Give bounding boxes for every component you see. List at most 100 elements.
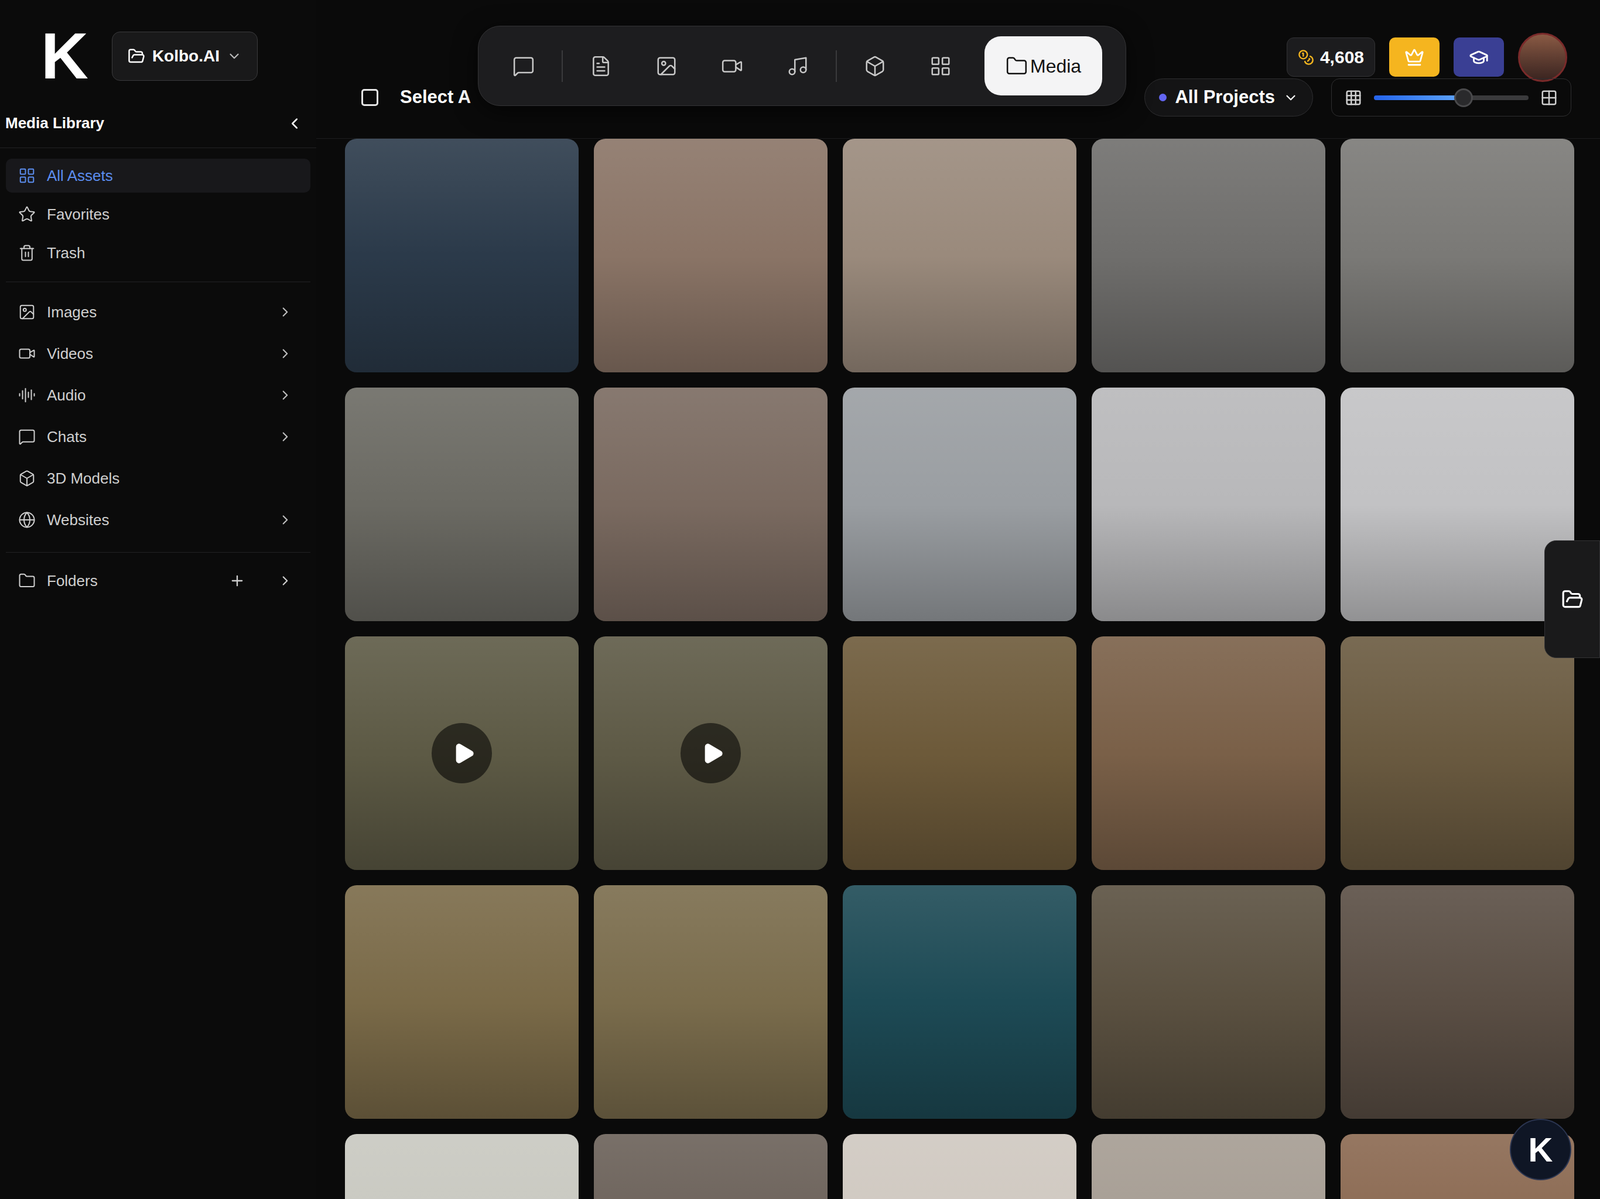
play-icon (701, 742, 725, 766)
sidebar-item[interactable]: Images (5, 295, 311, 330)
asset-card[interactable] (593, 1134, 828, 1199)
crown-icon (1404, 47, 1425, 68)
play-button[interactable] (593, 636, 828, 871)
play-button[interactable] (344, 636, 579, 871)
coins-icon (1297, 49, 1315, 66)
chevron-right-icon (277, 573, 293, 589)
asset-card[interactable] (1091, 138, 1326, 373)
header: 4,608 Select A All Projects Media (316, 0, 1600, 139)
asset-card[interactable] (1340, 636, 1575, 871)
small-grid-icon[interactable] (1344, 89, 1363, 107)
folder-icon (127, 47, 146, 66)
chevron-right-icon (277, 429, 293, 445)
chevron-right-icon (277, 512, 293, 528)
asset-card[interactable] (842, 885, 1077, 1120)
tool-tab-icon (655, 55, 678, 78)
folder-panel-tab[interactable] (1544, 540, 1600, 659)
sidebar: K Kolbo.AI Media Library All Assets Favorite… (0, 0, 317, 1199)
slider-fill (1373, 95, 1464, 101)
tool-tab-icon (863, 55, 887, 78)
chevron-right-icon (277, 387, 293, 403)
sidebar-item[interactable]: All Assets (5, 158, 311, 193)
sidebar-item-icon (18, 166, 36, 185)
credits-badge[interactable]: 4,608 (1286, 37, 1376, 77)
academy-button[interactable] (1453, 37, 1504, 77)
sidebar-item-icon (18, 511, 36, 529)
sidebar-item-icon (18, 205, 36, 224)
sidebar-item-icon (18, 344, 36, 363)
sidebar-item[interactable]: Favorites (5, 197, 311, 232)
avatar[interactable] (1518, 32, 1568, 82)
chevron-right-icon (277, 304, 293, 320)
folder-icon (18, 572, 36, 590)
sidebar-item[interactable]: Websites (5, 503, 311, 538)
tool-tab-icon (512, 55, 535, 78)
asset-card[interactable] (344, 1134, 579, 1199)
tool-tab[interactable] (579, 44, 623, 88)
asset-card[interactable] (842, 138, 1077, 373)
chevron-down-icon (1283, 90, 1299, 106)
tool-tab[interactable] (644, 44, 689, 88)
asset-card[interactable] (593, 387, 828, 622)
sidebar-item-icon (18, 469, 36, 488)
tool-tab-icon (720, 55, 744, 78)
asset-card[interactable] (344, 138, 579, 373)
main: 4,608 Select A All Projects Media (316, 0, 1600, 1199)
sidebar-item[interactable]: Trash (5, 236, 311, 270)
logo[interactable]: K (40, 23, 89, 90)
tool-tab-icon (589, 55, 613, 78)
tool-tab[interactable] (853, 44, 897, 88)
asset-card[interactable] (842, 1134, 1077, 1199)
tool-tab-icon (786, 55, 809, 78)
tool-tab[interactable] (710, 44, 754, 88)
size-slider[interactable] (1373, 95, 1529, 101)
asset-card[interactable] (593, 636, 828, 871)
asset-grid (316, 138, 1600, 1199)
large-grid-icon[interactable] (1540, 89, 1558, 107)
slider-thumb[interactable] (1454, 88, 1473, 108)
tool-separator (561, 50, 563, 82)
sidebar-item[interactable]: Videos (5, 336, 311, 371)
tool-tab[interactable] (501, 44, 546, 88)
sidebar-item[interactable]: Chats (5, 419, 311, 454)
app: K Kolbo.AI Media Library All Assets Favorite… (0, 0, 1600, 1199)
asset-card[interactable] (1340, 885, 1575, 1120)
tool-tab[interactable]: Media (984, 36, 1103, 96)
sidebar-item-icon (18, 428, 36, 446)
asset-card[interactable] (344, 387, 579, 622)
asset-card[interactable] (344, 636, 579, 871)
asset-card[interactable] (1340, 138, 1575, 373)
sidebar-title: Media Library (5, 111, 105, 135)
asset-card[interactable] (1091, 1134, 1326, 1199)
select-all-label[interactable]: Select A (400, 83, 471, 112)
tool-bar: Media (477, 25, 1127, 107)
project-dropdown[interactable]: Kolbo.AI (111, 31, 258, 81)
folders-item[interactable]: Folders (5, 563, 311, 598)
sidebar-item-icon (18, 386, 36, 405)
upgrade-button[interactable] (1389, 37, 1440, 77)
play-icon (452, 742, 476, 766)
sidebar-item-icon (18, 244, 36, 262)
asset-card[interactable] (1091, 387, 1326, 622)
tool-tab[interactable] (775, 44, 820, 88)
sidebar-item[interactable]: Audio (5, 378, 311, 413)
asset-card[interactable] (593, 885, 828, 1120)
sidebar-item-icon (18, 303, 36, 321)
asset-card[interactable] (842, 636, 1077, 871)
select-all-checkbox[interactable] (361, 89, 379, 107)
sidebar-item[interactable]: 3D Models (5, 461, 311, 496)
asset-card[interactable] (344, 885, 579, 1120)
tool-tab[interactable] (918, 44, 963, 88)
asset-card[interactable] (1340, 387, 1575, 622)
asset-card[interactable] (1091, 636, 1326, 871)
tool-tab-icon (1005, 55, 1028, 78)
asset-card[interactable] (593, 138, 828, 373)
chevron-down-icon (226, 48, 242, 64)
asset-card[interactable] (1091, 885, 1326, 1120)
add-folder-icon[interactable] (228, 572, 246, 590)
asset-card[interactable] (842, 387, 1077, 622)
chevron-right-icon (277, 346, 293, 362)
assistant-button[interactable]: K (1509, 1119, 1572, 1181)
collapse-icon[interactable] (285, 114, 304, 133)
project-filter[interactable]: All Projects (1144, 78, 1314, 117)
